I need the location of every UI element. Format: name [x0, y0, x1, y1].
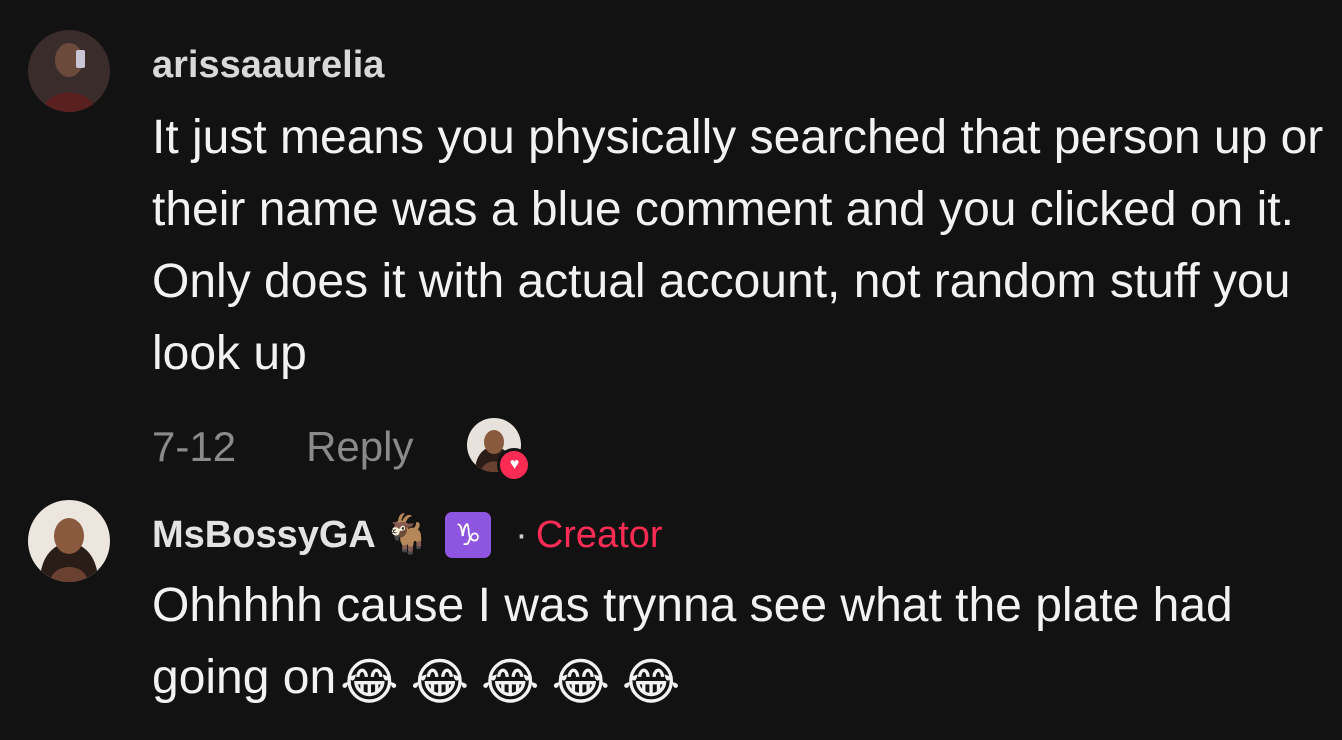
comment-username-row: MsBossyGA 🐐 ♑ · Creator	[152, 512, 663, 558]
comment-username[interactable]: MsBossyGA	[152, 514, 376, 557]
laughing-emoji-icon: 😂	[410, 654, 470, 710]
comment-username[interactable]: arissaaurelia	[152, 44, 384, 87]
creator-label: Creator	[535, 513, 663, 556]
heart-icon: ♥	[497, 448, 532, 482]
comment-text-container: Ohhhhh cause I was trynna see what the p…	[152, 570, 1332, 714]
avatar[interactable]	[28, 30, 110, 112]
capricorn-icon: ♑	[445, 512, 492, 558]
comment-text: It just means you physically searched th…	[152, 111, 1324, 380]
comment-date: 7-12	[152, 423, 237, 470]
reply-button[interactable]: Reply	[306, 423, 413, 471]
liked-by-creator-indicator: ♥	[467, 418, 532, 482]
avatar[interactable]	[28, 500, 110, 582]
goat-icon: 🐐	[383, 514, 432, 556]
separator-dot: ·	[515, 513, 528, 556]
laughing-emoji-icon: 😂	[481, 654, 540, 710]
comment-meta: 7-12 Reply ♥	[152, 418, 532, 482]
comment-text: Ohhhhh cause I was trynna see what the p…	[152, 579, 1233, 704]
laughing-emoji-icon: 😂	[340, 654, 399, 710]
laughing-emoji-icon: 😂	[551, 654, 610, 710]
laughing-emoji-icon: 😂	[621, 654, 681, 710]
